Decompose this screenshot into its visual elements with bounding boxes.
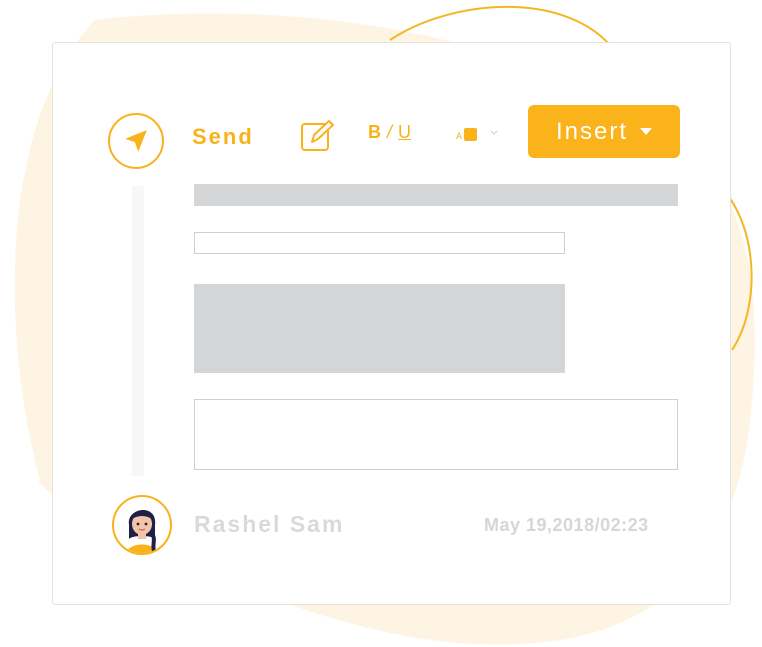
bold-button[interactable]: B	[368, 122, 381, 142]
format-controls: B / U	[368, 122, 411, 143]
edit-icon[interactable]	[300, 118, 336, 154]
color-swatch	[464, 128, 477, 141]
message-timestamp: May 19,2018/02:23	[484, 515, 649, 535]
author-name: Rashel Sam	[194, 511, 345, 537]
text-color-picker[interactable]: A	[456, 124, 502, 144]
italic-button[interactable]: /	[387, 122, 392, 142]
text-field-placeholder[interactable]	[194, 232, 565, 254]
caret-down-icon	[640, 128, 653, 135]
chevron-down-icon	[490, 130, 498, 135]
avatar	[112, 495, 172, 555]
send-button-circle[interactable]	[108, 113, 164, 169]
insert-button[interactable]: Insert	[528, 105, 680, 158]
placeholder-bar	[194, 184, 678, 206]
text-area-placeholder[interactable]	[194, 399, 678, 470]
text-color-icon: A	[456, 131, 462, 141]
send-icon	[125, 130, 147, 152]
send-label[interactable]: Send	[192, 124, 254, 150]
message-rail	[132, 186, 144, 476]
insert-label: Insert	[555, 117, 629, 145]
underline-button[interactable]: U	[398, 122, 411, 142]
image-placeholder	[194, 284, 565, 373]
